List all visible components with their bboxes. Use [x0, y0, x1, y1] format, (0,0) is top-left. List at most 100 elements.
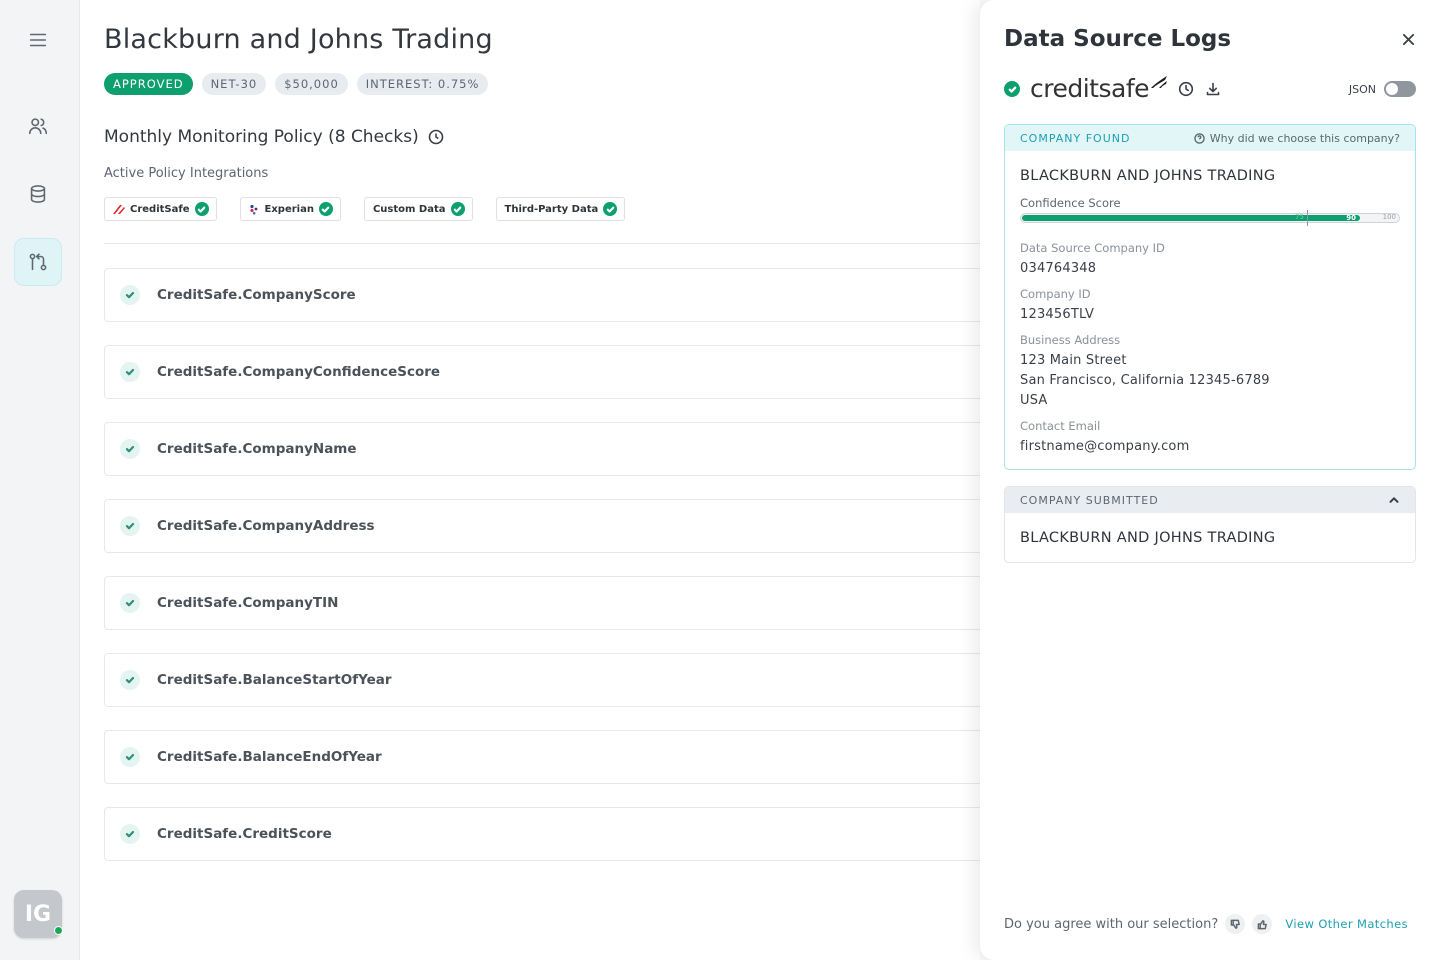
status-badge: APPROVED: [104, 73, 193, 95]
confidence-score-value: 90: [1346, 214, 1356, 222]
field-label: Data Source Company ID: [1020, 241, 1165, 255]
integrations-label: Active Policy Integrations: [104, 166, 269, 181]
check-name: CreditSafe.CompanyTIN: [157, 595, 339, 611]
credit-limit-badge: $50,000: [275, 73, 348, 95]
field-value: 123456TLV: [1020, 307, 1095, 322]
sidebar-item-users[interactable]: [14, 102, 62, 150]
confidence-score-bar: 90 75 100: [1020, 210, 1400, 226]
check-row[interactable]: CreditSafe.CreditScore: [104, 807, 980, 861]
check-icon: [120, 670, 140, 690]
check-icon: [120, 747, 140, 767]
thumbs-down-button[interactable]: [1225, 914, 1246, 934]
check-row[interactable]: CreditSafe.CompanyName: [104, 422, 980, 476]
confidence-score-fill: 90: [1022, 214, 1360, 222]
check-circle-icon: [1004, 81, 1020, 97]
menu-icon: [29, 33, 47, 47]
check-name: CreditSafe.CompanyAddress: [157, 518, 375, 534]
check-circle-icon: [450, 202, 465, 216]
download-button[interactable]: [1204, 80, 1222, 98]
integration-creditsafe[interactable]: CreditSafe: [104, 197, 217, 221]
experian-logo-icon: [249, 204, 257, 215]
integration-label: Third-Party Data: [504, 203, 599, 215]
check-name: CreditSafe.BalanceEndOfYear: [157, 749, 382, 765]
field-value: firstname@company.com: [1020, 439, 1190, 454]
check-icon: [120, 824, 140, 844]
confidence-score-label: Confidence Score: [1020, 196, 1121, 210]
found-company-name: BLACKBURN AND JOHNS TRADING: [1020, 168, 1276, 184]
field-label: Business Address: [1020, 333, 1121, 347]
integration-label: Custom Data: [372, 203, 446, 215]
submitted-company-name: BLACKBURN AND JOHNS TRADING: [1020, 530, 1276, 546]
view-other-matches-link[interactable]: View Other Matches: [1285, 917, 1408, 931]
check-circle-icon: [318, 202, 333, 216]
clock-icon[interactable]: [428, 129, 444, 145]
check-name: CreditSafe.CompanyScore: [157, 287, 356, 303]
check-circle-icon: [194, 202, 209, 216]
data-source-company-id-field: Data Source Company ID 034764348: [1020, 241, 1165, 279]
integration-experian[interactable]: Experian: [239, 197, 341, 221]
download-icon: [1206, 82, 1220, 96]
data-source-logs-panel: Data Source Logs creditsafe JSON COMPANY…: [980, 0, 1440, 960]
check-row[interactable]: CreditSafe.CompanyConfidenceScore: [104, 345, 980, 399]
check-row[interactable]: CreditSafe.CompanyAddress: [104, 499, 980, 553]
check-name: CreditSafe.CreditScore: [157, 826, 332, 842]
check-icon: [120, 285, 140, 305]
main-content: Blackburn and Johns Trading APPROVED NET…: [80, 0, 980, 960]
creditsafe-mark-icon: [1151, 76, 1167, 88]
check-row[interactable]: CreditSafe.BalanceEndOfYear: [104, 730, 980, 784]
confidence-max-label: 100: [1382, 213, 1396, 221]
creditsafe-logo-icon: [113, 205, 125, 214]
why-chosen-link[interactable]: Why did we choose this company?: [1194, 132, 1400, 145]
company-found-label: COMPANY FOUND: [1020, 131, 1131, 145]
json-toggle-group: JSON: [1349, 81, 1416, 97]
user-avatar[interactable]: IG: [14, 890, 63, 938]
chevron-up-icon: [1389, 497, 1399, 503]
online-status-dot: [54, 926, 63, 935]
agree-question: Do you agree with our selection?: [1004, 916, 1219, 932]
menu-button[interactable]: [14, 16, 62, 64]
policy-title-text: Monthly Monitoring Policy (8 Checks): [104, 127, 419, 147]
address-line-1: 123 Main Street: [1020, 353, 1127, 368]
field-label: Contact Email: [1020, 419, 1101, 433]
clock-icon: [1178, 81, 1194, 97]
confidence-threshold-label: 75: [1295, 213, 1304, 221]
check-icon: [120, 362, 140, 382]
integration-label: CreditSafe: [130, 203, 190, 215]
company-found-header: COMPANY FOUND Why did we choose this com…: [1005, 125, 1415, 151]
panel-footer: Do you agree with our selection? View Ot…: [1004, 913, 1416, 935]
company-submitted-card: COMPANY SUBMITTED BLACKBURN AND JOHNS TR…: [1004, 486, 1416, 563]
history-button[interactable]: [1177, 80, 1195, 98]
check-name: CreditSafe.CompanyConfidenceScore: [157, 364, 441, 380]
sidebar-item-data[interactable]: [14, 170, 62, 218]
help-circle-icon: [1194, 132, 1205, 144]
check-name: CreditSafe.CompanyName: [157, 441, 357, 457]
creditsafe-logo: creditsafe: [1030, 73, 1150, 103]
thumbs-up-icon: [1257, 919, 1267, 929]
sidebar-item-policies[interactable]: [14, 238, 62, 286]
json-label: JSON: [1348, 82, 1376, 96]
page-title: Blackburn and Johns Trading: [104, 24, 493, 55]
terms-badge: NET-30: [201, 73, 267, 95]
integration-custom-data[interactable]: Custom Data: [363, 197, 473, 221]
policy-title: Monthly Monitoring Policy (8 Checks): [104, 127, 444, 147]
json-toggle[interactable]: [1384, 81, 1416, 97]
address-line-3: USA: [1020, 393, 1048, 408]
avatar-initials: IG: [24, 901, 52, 927]
check-row[interactable]: CreditSafe.BalanceStartOfYear: [104, 653, 980, 707]
thumbs-down-icon: [1230, 919, 1240, 929]
data-source-header: creditsafe JSON: [1004, 74, 1416, 104]
integrations-list: CreditSafe Experian Custom Data Third-Pa…: [104, 197, 626, 221]
interest-badge: INTEREST: 0.75%: [356, 73, 489, 95]
integration-third-party-data[interactable]: Third-Party Data: [495, 197, 626, 221]
section-divider: [104, 243, 980, 244]
company-submitted-header[interactable]: COMPANY SUBMITTED: [1005, 487, 1415, 513]
company-found-card: COMPANY FOUND Why did we choose this com…: [1004, 124, 1416, 470]
thumbs-up-button[interactable]: [1252, 914, 1273, 934]
field-value: 034764348: [1020, 261, 1097, 276]
business-address-field: Business Address 123 Main Street San Fra…: [1020, 333, 1270, 411]
check-row[interactable]: CreditSafe.CompanyScore: [104, 268, 980, 322]
git-compare-icon: [29, 253, 47, 271]
check-row[interactable]: CreditSafe.CompanyTIN: [104, 576, 980, 630]
close-button[interactable]: [1398, 29, 1418, 49]
policy-checks-list: CreditSafe.CompanyScore CreditSafe.Compa…: [104, 268, 980, 884]
